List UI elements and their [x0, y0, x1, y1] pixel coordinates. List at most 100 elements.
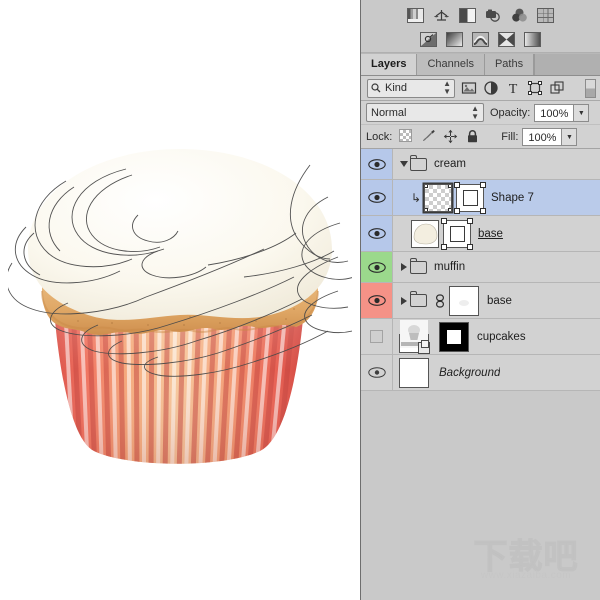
gradient-map-adjustment-icon[interactable] [524, 31, 541, 47]
site-watermark: 下载吧 www.xiazaiba.com [460, 540, 592, 590]
half-circle-glyph [484, 81, 498, 95]
filter-kind-select[interactable]: Kind ▲ ▼ [367, 78, 455, 98]
layer-row-shape-7[interactable]: ↳ Shape 7 [361, 180, 600, 216]
layer-body-background[interactable]: Background [393, 355, 600, 390]
balance-glyph [434, 9, 449, 21]
curves-adjustment-icon[interactable] [446, 31, 463, 47]
padlock-glyph [468, 130, 478, 143]
layer-filter-row: Kind ▲ ▼ T [361, 76, 600, 101]
curves-balance-adjustment-icon[interactable] [433, 8, 450, 23]
filter-shape-layers-icon[interactable] [527, 80, 543, 96]
visibility-toggle-cream[interactable] [361, 149, 393, 179]
link-icon[interactable] [434, 293, 445, 308]
brush-glyph [423, 130, 436, 141]
filter-adjustment-layers-icon[interactable] [483, 80, 499, 96]
adjustments-strip [361, 0, 600, 53]
visibility-toggle-muffin[interactable] [361, 252, 393, 282]
layer-body-cream[interactable]: cream [393, 149, 600, 179]
document-canvas[interactable] [0, 0, 360, 600]
tab-channels[interactable]: Channels [417, 54, 485, 75]
checker-glyph [399, 129, 413, 142]
layer-mask-thumbnail-cupcakes[interactable] [439, 321, 469, 352]
watermark-url: www.xiazaiba.com [480, 570, 572, 581]
visibility-toggle-shape-7[interactable] [361, 180, 393, 215]
opacity-dropdown-arrow[interactable]: ▼ [574, 103, 590, 122]
layer-body-base-shape[interactable]: base [393, 216, 600, 251]
group-disclosure-muffin[interactable] [399, 263, 408, 271]
layer-body-base-group[interactable]: base [393, 283, 600, 318]
layer-row-base-group[interactable]: base [361, 283, 600, 319]
fill-value[interactable]: 100% [522, 127, 563, 146]
lock-image-pixels-icon[interactable] [421, 129, 436, 144]
layer-name-cream[interactable]: cream [434, 158, 466, 170]
blend-mode-stepper[interactable]: ▲ ▼ [471, 104, 479, 121]
layer-thumbnail-shape-7[interactable] [424, 183, 452, 212]
layer-body-muffin[interactable]: muffin [393, 252, 600, 282]
layer-row-cupcakes[interactable]: cupcakes [361, 319, 600, 355]
folder-icon [409, 257, 427, 274]
invert-adjustment-icon[interactable] [498, 31, 515, 47]
filter-pixel-layers-icon[interactable] [461, 80, 477, 96]
adjustments-row-2 [361, 28, 600, 50]
lock-position-icon[interactable] [443, 129, 458, 144]
selective-color-adjustment-icon[interactable] [472, 31, 489, 47]
layers-list: cream ↳ Shape 7 base muffin base cupcake… [361, 149, 600, 391]
layer-row-cream[interactable]: cream [361, 149, 600, 180]
layer-body-cupcakes[interactable]: cupcakes [393, 319, 600, 354]
group-disclosure-cream[interactable] [399, 161, 408, 167]
visibility-toggle-background[interactable] [361, 355, 393, 390]
visibility-toggle-base-shape[interactable] [361, 216, 393, 251]
layer-body-shape-7[interactable]: ↳ Shape 7 [393, 180, 600, 215]
blend-mode-select[interactable]: Normal ▲ ▼ [366, 103, 484, 122]
color-balance-adjustment-icon[interactable] [511, 8, 528, 23]
fill-dropdown-arrow[interactable]: ▼ [562, 127, 578, 146]
eye-icon [367, 261, 386, 273]
opacity-value[interactable]: 100% [534, 103, 575, 122]
lock-transparent-pixels-icon[interactable] [399, 129, 414, 144]
vector-mask-thumbnail-shape-7[interactable] [454, 181, 486, 214]
eye-off-icon [370, 330, 383, 343]
layer-row-muffin[interactable]: muffin [361, 252, 600, 283]
pattern-adjustment-icon[interactable] [537, 7, 554, 23]
visibility-toggle-cupcakes[interactable] [361, 319, 393, 354]
photo-filter-adjustment-icon[interactable] [485, 8, 502, 23]
layer-name-cupcakes[interactable]: cupcakes [477, 331, 526, 343]
image-glyph [461, 82, 477, 94]
brightness-contrast-adjustment-icon[interactable] [420, 31, 437, 47]
lock-label: Lock: [366, 130, 393, 143]
tab-paths[interactable]: Paths [484, 54, 535, 75]
layer-name-base-shape[interactable]: base [478, 228, 503, 240]
layer-row-base-shape[interactable]: base [361, 216, 600, 252]
lock-all-icon[interactable] [465, 129, 480, 144]
selective-glyph [473, 32, 488, 46]
layers-panel: Layers Channels Paths Kind ▲ ▼ T Normal … [360, 0, 600, 600]
group-disclosure-base-group[interactable] [399, 296, 408, 305]
levels-adjustment-icon[interactable] [407, 7, 424, 23]
eye-icon [367, 158, 386, 170]
opacity-label: Opacity: [490, 106, 531, 119]
cupcake-artwork [8, 149, 352, 464]
layer-name-shape-7[interactable]: Shape 7 [491, 192, 534, 204]
camera-glyph [486, 9, 500, 22]
visibility-toggle-base-group[interactable] [361, 283, 393, 318]
layer-name-background[interactable]: Background [439, 367, 500, 379]
folder-icon [409, 154, 427, 171]
smart-object-thumbnail-wrap [399, 320, 430, 354]
layer-thumbnail-base-shape[interactable] [411, 219, 439, 248]
filter-toggle-switch[interactable] [585, 78, 596, 98]
vector-mask-thumbnail-base-shape[interactable] [441, 217, 473, 250]
layer-mask-thumbnail-base-group[interactable] [449, 285, 479, 316]
eye-icon [367, 295, 386, 306]
eye-icon [367, 367, 386, 378]
layer-name-muffin[interactable]: muffin [434, 261, 465, 273]
clipping-mask-arrow-icon: ↳ [411, 190, 422, 205]
layer-thumbnail-background[interactable] [399, 357, 429, 388]
filter-smart-objects-icon[interactable] [549, 80, 565, 96]
blend-opacity-row: Normal ▲ ▼ Opacity: 100% ▼ [361, 101, 600, 125]
solid-color-adjustment-icon[interactable] [459, 7, 476, 23]
filter-kind-stepper[interactable]: ▲ ▼ [443, 80, 451, 96]
layer-name-base-group[interactable]: base [487, 295, 512, 307]
filter-type-layers-icon[interactable]: T [505, 80, 521, 97]
tab-layers[interactable]: Layers [361, 54, 418, 75]
layer-row-background[interactable]: Background [361, 355, 600, 391]
